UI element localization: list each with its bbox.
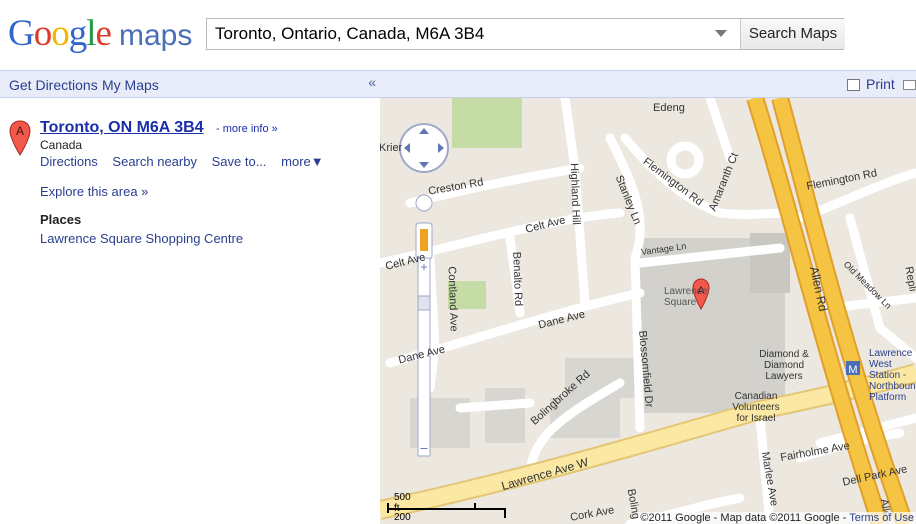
map-toolbar [380,70,916,98]
result-title-link[interactable]: Toronto, ON M6A 3B4 [40,119,204,137]
map-label-benalto: Benalto Rd [510,251,525,307]
places-heading: Places [40,212,82,227]
explore-area-link[interactable]: Explore this area » [40,184,148,199]
more-dropdown[interactable]: more▼ [281,154,324,169]
result-actions: Directions Search nearby Save to... more… [40,154,335,169]
email-icon[interactable] [903,80,916,90]
map-label-edeng: Edeng [653,102,685,114]
search-box: Search Maps [206,18,845,50]
svg-text:−: − [420,440,428,456]
terms-of-use-link[interactable]: Terms of Use [849,512,914,524]
map-label-highland: Highland Hill [567,162,582,226]
results-panel: A Toronto, ON M6A 3B4 - more info » Cana… [0,98,380,524]
logo-google: Google [8,13,112,54]
logo-maps: maps [118,19,193,52]
search-maps-button[interactable]: Search Maps [740,19,845,49]
scale-ft: 500 ft [394,492,411,514]
my-maps-link[interactable]: My Maps [102,77,159,93]
map-label-contland: Contland Ave [445,266,460,332]
map-label-station: Lawrence West Station - Northbound Platf… [869,348,916,403]
search-input[interactable] [207,19,739,49]
map-label-krier: Krier [380,142,403,154]
collapse-panel-icon[interactable]: « [368,74,376,90]
scale-m: 200 m [394,512,411,524]
left-toolbar: Get Directions My Maps « [0,70,380,98]
header: Googlemaps Search Maps [0,0,916,70]
svg-text:M: M [848,364,857,376]
map-label-canadian: Canadian Volunteers for Israel [732,391,780,424]
google-maps-logo[interactable]: Google maps [8,12,192,55]
print-link[interactable]: Print [866,76,895,92]
place-link[interactable]: Lawrence Square Shopping Centre [40,231,243,246]
search-nearby-link[interactable]: Search nearby [112,154,197,169]
more-info-link[interactable]: - more info » [216,123,278,135]
dropdown-arrow-icon[interactable] [715,30,727,37]
map-canvas[interactable]: + − M A Edeng Krier Creston Rd Highland … [380,98,916,524]
copyright-text: ©2011 Google - Map data ©2011 Google - [640,512,850,524]
map-label-lawrence-square: Lawrence Square [664,286,708,308]
get-directions-link[interactable]: Get Directions [9,77,98,93]
save-to-link[interactable]: Save to... [212,154,267,169]
result-country: Canada [40,138,83,152]
map-copyright: ©2011 Google - Map data ©2011 Google - T… [638,512,916,524]
map-label-diamond: Diamond & Diamond Lawyers [759,349,809,382]
directions-link[interactable]: Directions [40,154,98,169]
marker-a-icon[interactable]: A [9,120,31,156]
printer-icon[interactable] [847,79,860,91]
marker-letter: A [16,124,24,138]
